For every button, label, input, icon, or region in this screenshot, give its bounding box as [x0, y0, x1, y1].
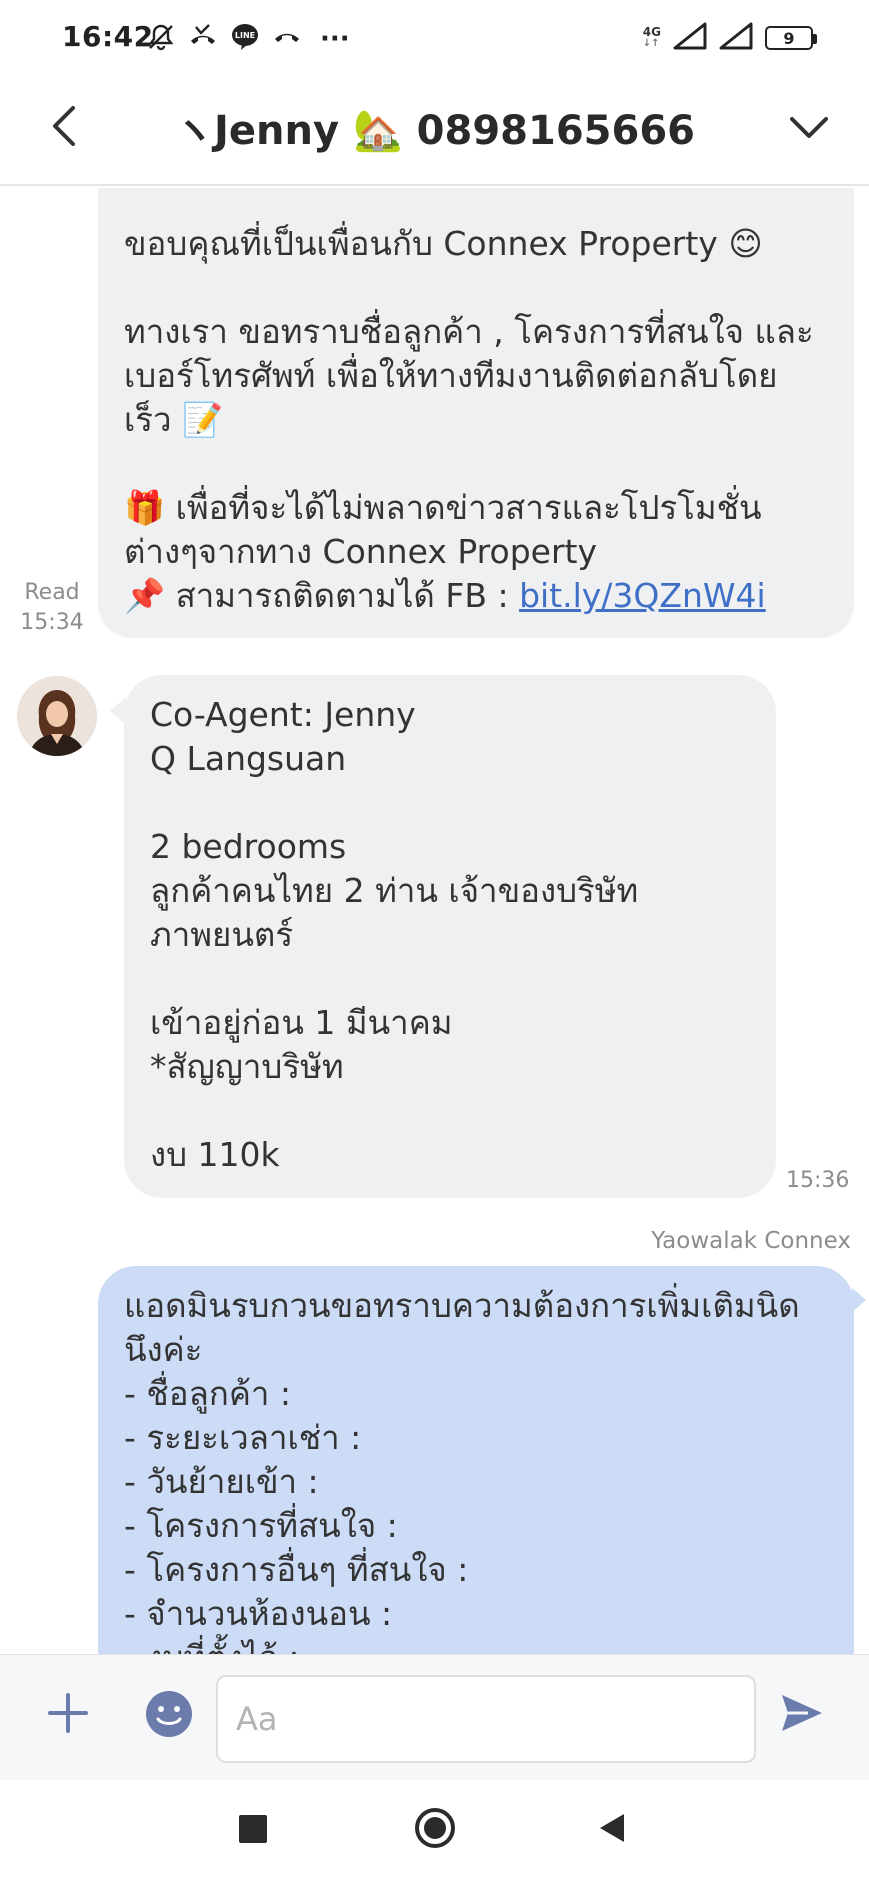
message-input[interactable]	[216, 1675, 756, 1763]
message-line: เร็ว 📝	[124, 400, 224, 439]
add-attachment-button[interactable]	[40, 1685, 96, 1741]
emoji-button[interactable]	[143, 1688, 195, 1740]
message-line: 2 bedrooms	[150, 827, 347, 866]
message-line: - โครงการอื่นๆ ที่สนใจ :	[124, 1550, 469, 1589]
send-icon	[782, 1695, 822, 1731]
status-notification-icons: LINE ···	[146, 22, 350, 56]
message-line: เข้าอยู่ก่อน 1 มีนาคม	[150, 1003, 453, 1042]
message-line: *สัญญาบริษัท	[150, 1047, 344, 1086]
message-line: งบ 110k	[150, 1135, 280, 1174]
message-line: ทางเรา ขอทราบชื่อลูกค้า , โครงการที่สนใจ…	[124, 312, 814, 351]
fb-prefix-text: 📌 สามารถติดตามได้ FB :	[124, 576, 520, 615]
signal-icon	[673, 22, 707, 54]
status-system-icons: 4G ↓↑ 9	[643, 22, 817, 54]
message-line: เบอร์โทรศัพท์ เพื่อให้ทางทีมงานติดต่อกลั…	[124, 356, 778, 395]
message-input-bar	[0, 1654, 869, 1780]
message-line: นึงค่ะ	[124, 1330, 203, 1369]
message-line: - วันย้ายเข้า :	[124, 1462, 319, 1501]
message-line: - โครงการที่สนใจ :	[124, 1506, 398, 1545]
read-time: 15:34	[20, 610, 84, 635]
battery-icon: 9	[765, 26, 817, 50]
home-button[interactable]	[413, 1806, 457, 1850]
fb-line: 📌 สามารถติดตามได้ FB : bit.ly/3QZnW4i	[124, 574, 828, 618]
read-label: Read	[24, 580, 80, 605]
message-line: ภาพยนตร์	[150, 915, 294, 954]
message-line: - ระยะเวลาเช่า :	[124, 1418, 362, 1457]
message-list[interactable]: ขอบคุณที่เป็นเพื่อนกับ Connex Property 😊…	[0, 188, 869, 1654]
message-line: ขอบคุณที่เป็นเพื่อนกับ Connex Property 😊	[124, 224, 763, 263]
message-line: 🎁 เพื่อที่จะได้ไม่พลาดข่าวสารและโปรโมชั่…	[124, 488, 762, 527]
message-line: Co-Agent: Jenny	[150, 695, 416, 734]
plus-icon	[48, 1693, 88, 1733]
chevron-down-icon	[790, 117, 828, 138]
smiley-icon	[146, 1691, 192, 1737]
incoming-message-time: 15:36	[786, 1168, 850, 1193]
fb-link[interactable]: bit.ly/3QZnW4i	[519, 576, 766, 615]
network-data-arrows: ↓↑	[642, 38, 660, 49]
call-icon	[272, 22, 302, 56]
system-nav-bar	[0, 1780, 869, 1883]
message-line: ต่างๆจากทาง Connex Property	[124, 532, 597, 571]
send-button[interactable]	[778, 1689, 834, 1745]
more-notifications-icon: ···	[320, 24, 350, 54]
outgoing-sender-name: Yaowalak Connex	[651, 1228, 851, 1254]
chat-screen: 16:42 LINE ··· 4G ↓↑ 9 ヽJenny 🏡 08981656…	[0, 0, 869, 1883]
message-line: - จำนวนห้องนอน :	[124, 1594, 393, 1633]
message-line: ลูกค้าคนไทย 2 ท่าน เจ้าของบริษัท	[150, 871, 639, 910]
avatar-image	[17, 676, 97, 756]
triangle-back-icon	[600, 1814, 624, 1842]
message-line: - งบที่ตั้งไว้ :	[124, 1636, 828, 1654]
signal-icon-2	[719, 22, 753, 54]
status-time: 16:42	[62, 20, 154, 53]
home-circle-icon	[415, 1808, 455, 1848]
welcome-message-bubble[interactable]: ขอบคุณที่เป็นเพื่อนกับ Connex Property 😊…	[98, 188, 854, 638]
read-receipt: Read 15:34	[12, 578, 92, 638]
network-type-label: 4G	[642, 25, 661, 39]
line-app-icon: LINE	[230, 22, 260, 56]
outgoing-message-bubble[interactable]: แอดมินรบกวนขอทราบความต้องการเพิ่มเติมนิด…	[98, 1266, 866, 1654]
message-line: แอดมินรบกวนขอทราบความต้องการเพิ่มเติมนิด	[124, 1286, 800, 1325]
nav-back-button[interactable]	[596, 1811, 628, 1845]
missed-call-icon	[188, 22, 218, 56]
message-line: - ชื่อลูกค้า :	[124, 1374, 292, 1413]
svg-text:LINE: LINE	[235, 31, 255, 40]
recent-apps-button[interactable]	[239, 1815, 267, 1843]
incoming-message-bubble[interactable]: Co-Agent: Jenny Q Langsuan 2 bedrooms ลู…	[110, 675, 776, 1198]
status-bar: 16:42 LINE ··· 4G ↓↑ 9	[0, 0, 869, 78]
chat-header: ヽJenny 🏡 0898165666	[0, 78, 869, 186]
message-line: Q Langsuan	[150, 739, 347, 778]
expand-menu-button[interactable]	[777, 96, 841, 160]
muted-bell-icon	[146, 22, 176, 56]
avatar[interactable]	[17, 676, 97, 756]
network-indicator: 4G ↓↑	[643, 26, 661, 50]
chat-title: ヽJenny 🏡 0898165666	[173, 108, 695, 154]
